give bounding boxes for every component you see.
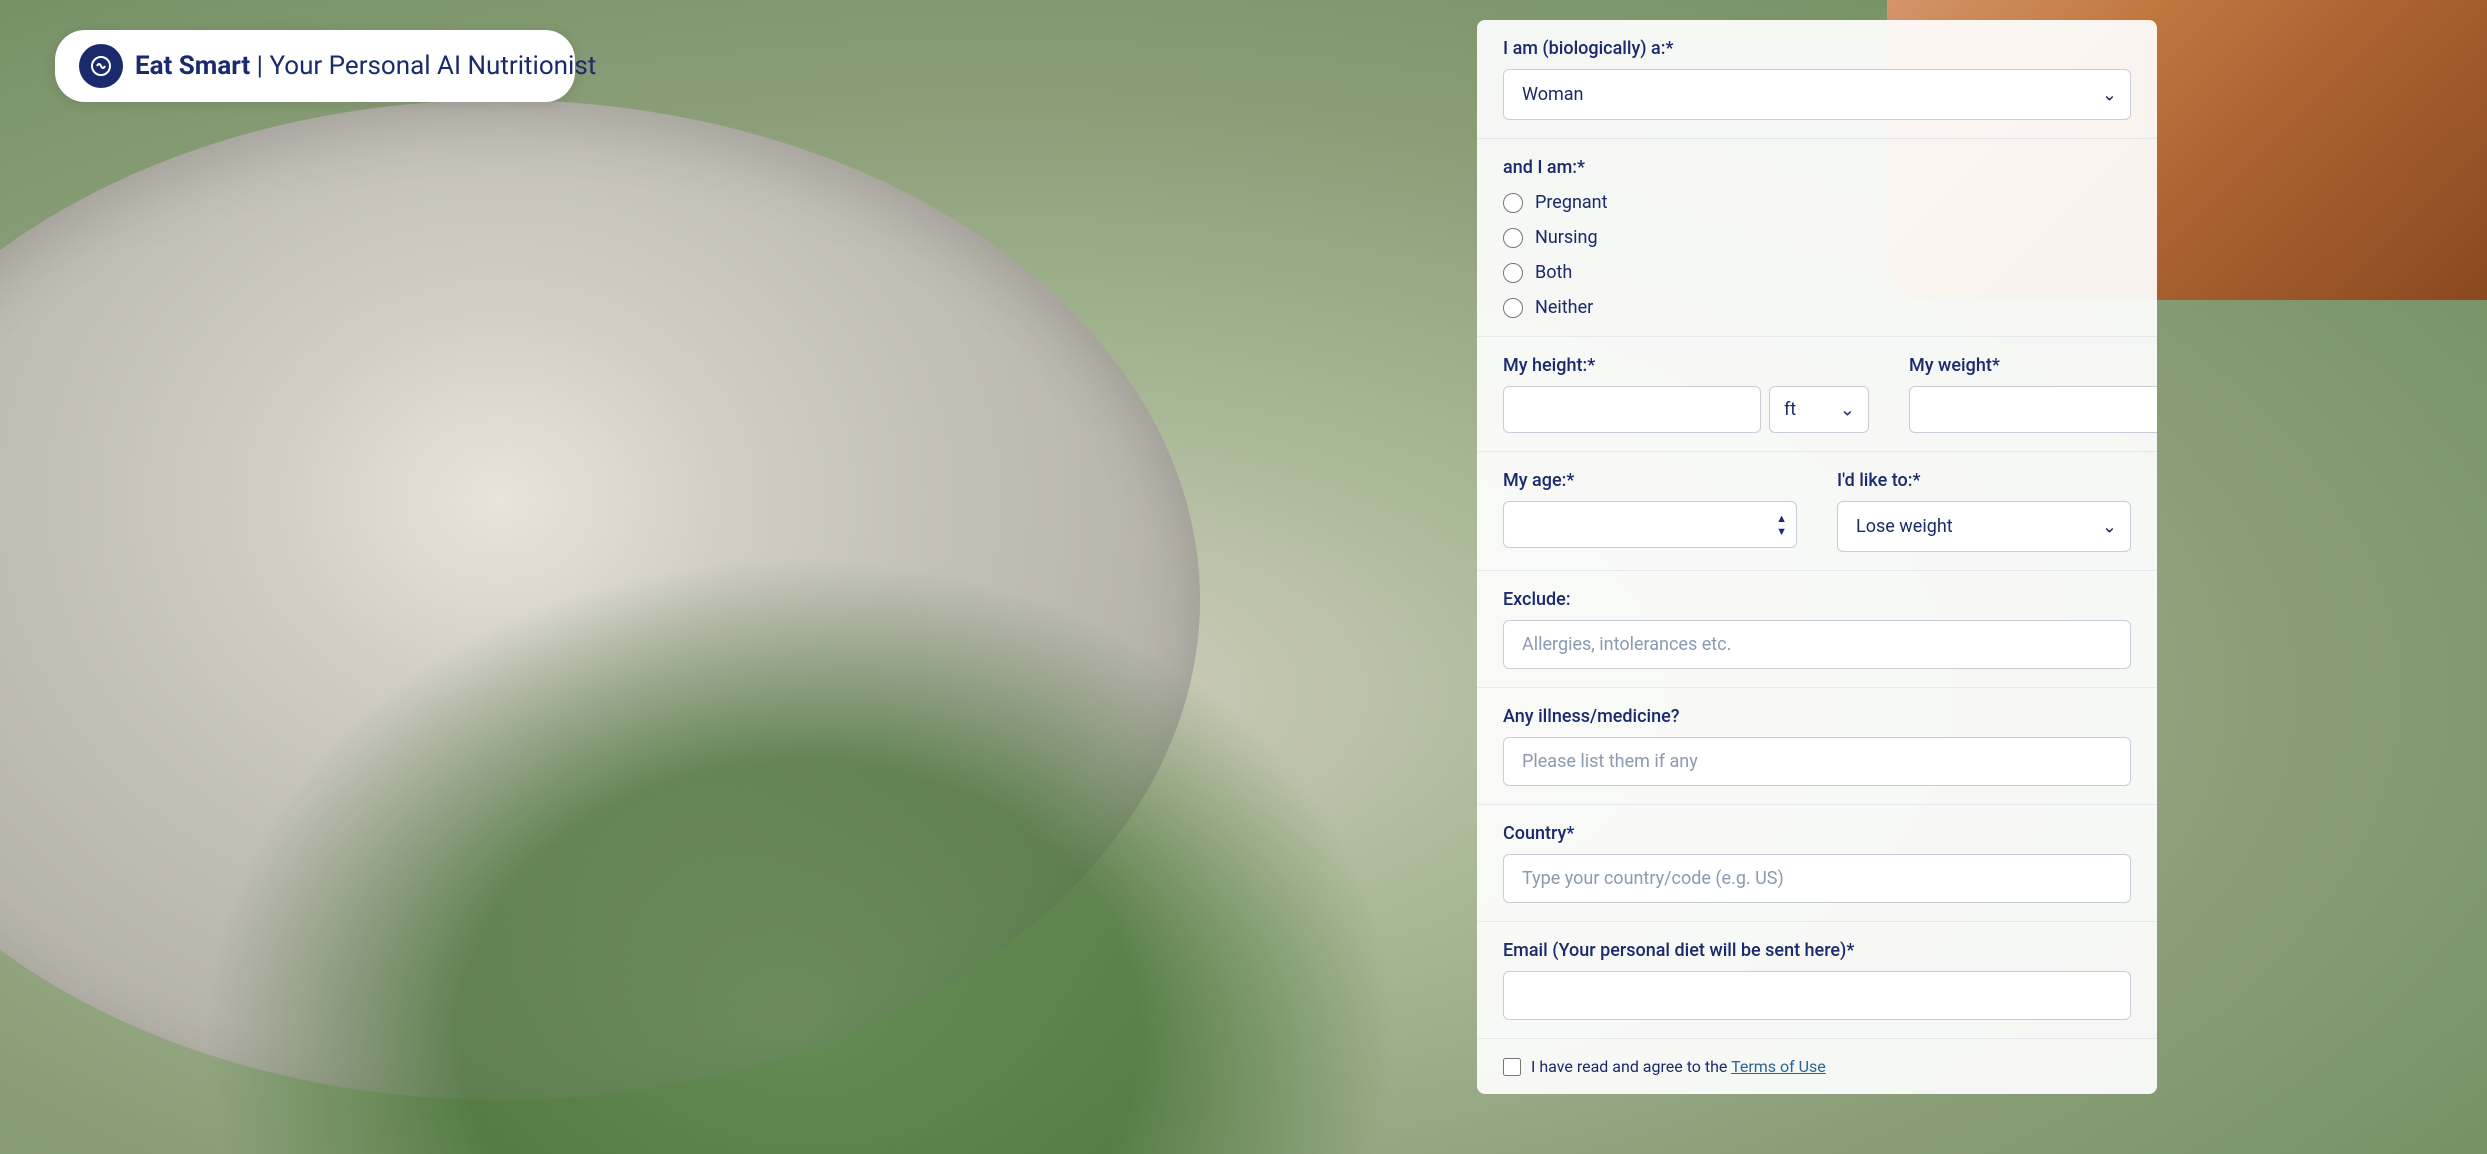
radio-pregnant[interactable] bbox=[1503, 193, 1523, 213]
weight-inputs: lb kg ⌄ bbox=[1909, 386, 2157, 433]
illness-input[interactable] bbox=[1503, 737, 2131, 786]
age-label: My age:* bbox=[1503, 470, 1797, 491]
illness-label: Any illness/medicine? bbox=[1503, 706, 2131, 727]
terms-row: I have read and agree to the Terms of Us… bbox=[1503, 1057, 2131, 1076]
terms-label: I have read and agree to the Terms of Us… bbox=[1531, 1057, 1826, 1076]
goal-select-wrapper: Lose weight Gain weight Maintain weight … bbox=[1837, 501, 2131, 552]
radio-neither[interactable] bbox=[1503, 298, 1523, 318]
radio-item-both: Both bbox=[1503, 262, 2131, 283]
radio-item-pregnant: Pregnant bbox=[1503, 192, 2131, 213]
radio-both-label: Both bbox=[1535, 262, 1572, 283]
app-title: Eat Smart | Your Personal AI Nutritionis… bbox=[135, 51, 596, 81]
age-goal-section: My age:* ▲ ▼ I'd like to:* Lose weight bbox=[1477, 451, 2157, 570]
exclude-section: Exclude: bbox=[1477, 570, 2157, 687]
age-input[interactable] bbox=[1503, 501, 1797, 548]
radio-nursing-label: Nursing bbox=[1535, 227, 1598, 248]
age-spinner-arrows: ▲ ▼ bbox=[1776, 513, 1787, 537]
illness-section: Any illness/medicine? bbox=[1477, 687, 2157, 804]
logo-icon bbox=[79, 44, 123, 88]
email-section: Email (Your personal diet will be sent h… bbox=[1477, 921, 2157, 1038]
country-section: Country* bbox=[1477, 804, 2157, 921]
height-group: My height:* ft cm ⌄ bbox=[1503, 355, 1869, 433]
veggie-overlay bbox=[200, 554, 1400, 1154]
status-label: and I am:* bbox=[1503, 157, 2131, 178]
terms-checkbox[interactable] bbox=[1503, 1058, 1521, 1076]
goal-group: I'd like to:* Lose weight Gain weight Ma… bbox=[1837, 470, 2131, 552]
terms-section: I have read and agree to the Terms of Us… bbox=[1477, 1038, 2157, 1094]
radio-nursing[interactable] bbox=[1503, 228, 1523, 248]
status-radio-group: Pregnant Nursing Both Neither bbox=[1503, 192, 2131, 318]
biological-sex-label: I am (biologically) a:* bbox=[1503, 38, 2131, 59]
status-section: and I am:* Pregnant Nursing Both Neither bbox=[1477, 138, 2157, 336]
biological-sex-select-wrapper: Woman Man Other ⌄ bbox=[1503, 69, 2131, 120]
height-unit-select[interactable]: ft cm bbox=[1769, 386, 1869, 433]
country-label: Country* bbox=[1503, 823, 2131, 844]
biological-sex-section: I am (biologically) a:* Woman Man Other … bbox=[1477, 20, 2157, 138]
top-panel: I am (biologically) a:* Woman Man Other … bbox=[1477, 20, 2157, 1094]
exclude-label: Exclude: bbox=[1503, 589, 2131, 610]
biological-sex-select[interactable]: Woman Man Other bbox=[1503, 69, 2131, 120]
form-panel: I am (biologically) a:* Woman Man Other … bbox=[1477, 20, 2157, 1104]
weight-label: My weight* bbox=[1909, 355, 2157, 376]
radio-item-nursing: Nursing bbox=[1503, 227, 2131, 248]
height-weight-section: My height:* ft cm ⌄ My weight* bbox=[1477, 336, 2157, 451]
goal-label: I'd like to:* bbox=[1837, 470, 2131, 491]
age-up-arrow-icon: ▲ bbox=[1776, 513, 1787, 524]
app-header: Eat Smart | Your Personal AI Nutritionis… bbox=[55, 30, 575, 102]
radio-neither-label: Neither bbox=[1535, 297, 1593, 318]
goal-select[interactable]: Lose weight Gain weight Maintain weight … bbox=[1837, 501, 2131, 552]
height-number-input[interactable] bbox=[1503, 386, 1761, 433]
age-group: My age:* ▲ ▼ bbox=[1503, 470, 1797, 552]
age-down-arrow-icon: ▼ bbox=[1776, 526, 1787, 537]
weight-number-input[interactable] bbox=[1909, 386, 2157, 433]
radio-item-neither: Neither bbox=[1503, 297, 2131, 318]
email-label: Email (Your personal diet will be sent h… bbox=[1503, 940, 2131, 961]
radio-both[interactable] bbox=[1503, 263, 1523, 283]
email-input[interactable] bbox=[1503, 971, 2131, 1020]
height-label: My height:* bbox=[1503, 355, 1869, 376]
weight-group: My weight* lb kg ⌄ bbox=[1909, 355, 2157, 433]
exclude-input[interactable] bbox=[1503, 620, 2131, 669]
country-input[interactable] bbox=[1503, 854, 2131, 903]
terms-link[interactable]: Terms of Use bbox=[1731, 1057, 1826, 1076]
radio-pregnant-label: Pregnant bbox=[1535, 192, 1608, 213]
age-input-wrapper: ▲ ▼ bbox=[1503, 501, 1797, 548]
height-inputs: ft cm ⌄ bbox=[1503, 386, 1869, 433]
height-unit-wrapper: ft cm ⌄ bbox=[1769, 386, 1869, 433]
